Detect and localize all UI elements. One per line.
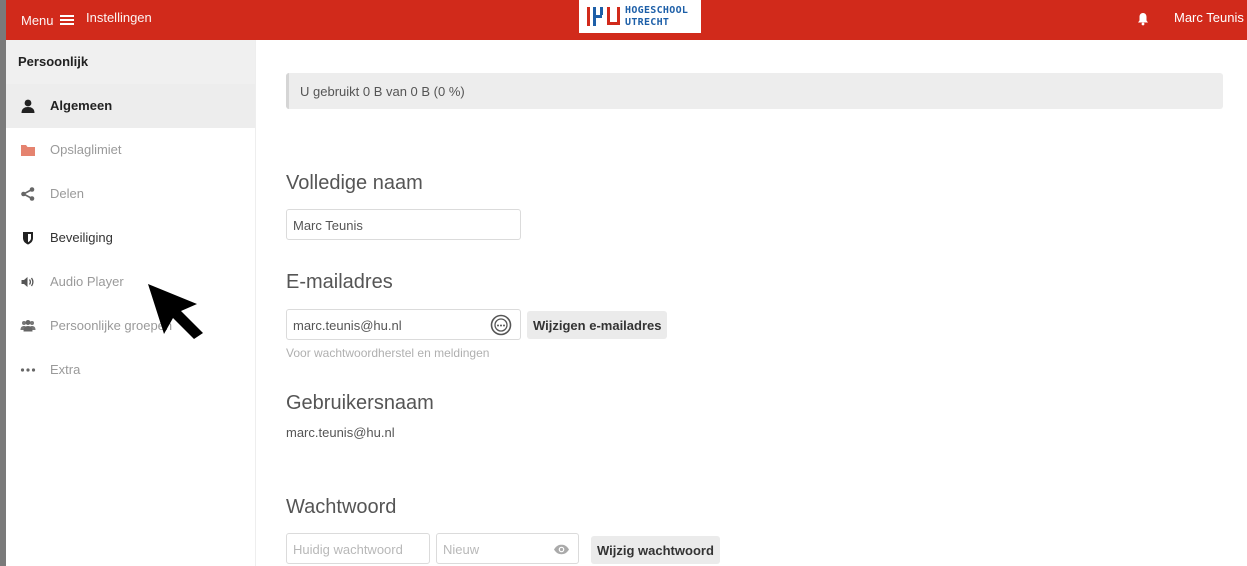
share-icon — [21, 187, 35, 201]
username-heading: Gebruikersnaam — [286, 392, 434, 414]
shield-icon — [23, 232, 33, 245]
sidebar-item-algemeen[interactable]: Algemeen — [6, 84, 255, 128]
menu-label: Menu — [21, 12, 54, 28]
sidebar-item-delen[interactable]: Delen — [6, 172, 255, 216]
sidebar-item-beveiliging[interactable]: Beveiliging — [6, 216, 255, 260]
email-hint: Voor wachtwoordherstel en meldingen — [286, 346, 490, 360]
new-password-placeholder: Nieuw — [443, 542, 480, 557]
email-value: marc.teunis@hu.nl — [293, 318, 402, 333]
storage-quota-text: U gebruikt 0 B van 0 B (0 %) — [300, 84, 465, 99]
sidebar-item-opslaglimiet[interactable]: Opslaglimiet — [6, 128, 255, 172]
current-password-field[interactable]: Huidig wachtwoord — [286, 533, 430, 564]
username-value: marc.teunis@hu.nl — [286, 425, 395, 440]
change-email-button[interactable]: Wijzigen e-mailadres — [527, 311, 668, 339]
hu-logo-mark-icon — [587, 4, 621, 29]
new-password-field[interactable]: Nieuw — [436, 533, 579, 564]
email-heading: E-mailadres — [286, 271, 393, 293]
eye-icon[interactable] — [553, 544, 570, 555]
sidebar-item-label: Opslaglimiet — [50, 142, 122, 157]
top-bar: Menu Instellingen HOGESCHOOL UTRECHT Mar… — [6, 0, 1247, 40]
fullname-value: Marc Teunis — [293, 218, 363, 233]
page-title: Instellingen — [86, 10, 152, 25]
logo-line-1: HOGESCHOOL — [625, 4, 689, 16]
speaker-icon — [21, 277, 34, 287]
hamburger-icon — [59, 15, 74, 25]
current-password-placeholder: Huidig wachtwoord — [293, 542, 403, 557]
sidebar-item-label: Beveiliging — [50, 230, 113, 245]
sidebar-heading: Persoonlijk — [6, 40, 255, 84]
user-icon — [21, 99, 35, 113]
folder-icon — [21, 145, 35, 156]
fullname-heading: Volledige naam — [286, 172, 423, 194]
sidebar-item-label: Audio Player — [50, 274, 124, 289]
password-manager-icon[interactable] — [489, 314, 513, 336]
menu-button[interactable]: Menu — [21, 0, 74, 40]
sidebar-item-label: Delen — [50, 186, 84, 201]
sidebar-item-extra[interactable]: Extra — [6, 348, 255, 392]
sidebar-item-persoonlijke-groepen[interactable]: Persoonlijke groepen — [6, 304, 255, 348]
user-menu[interactable]: Marc Teunis — [1174, 0, 1244, 40]
email-field[interactable]: marc.teunis@hu.nl — [286, 309, 521, 340]
more-icon — [20, 368, 36, 372]
password-heading: Wachtwoord — [286, 496, 397, 518]
fullname-field[interactable]: Marc Teunis — [286, 209, 521, 240]
sidebar-heading-label: Persoonlijk — [18, 54, 89, 69]
sidebar-item-label: Extra — [50, 362, 81, 377]
hu-logo[interactable]: HOGESCHOOL UTRECHT — [579, 0, 701, 33]
users-icon — [20, 320, 36, 332]
sidebar-item-label: Algemeen — [50, 98, 113, 113]
mouse-cursor-icon — [148, 284, 203, 339]
logo-line-2: UTRECHT — [625, 16, 670, 28]
settings-sidebar: Persoonlijk Algemeen Opslaglimiet Delen … — [6, 40, 256, 566]
bell-icon[interactable] — [1137, 12, 1149, 26]
change-password-button[interactable]: Wijzig wachtwoord — [591, 536, 720, 564]
storage-quota-bar: U gebruikt 0 B van 0 B (0 %) — [286, 73, 1223, 109]
sidebar-item-audio-player[interactable]: Audio Player — [6, 260, 255, 304]
settings-content: U gebruikt 0 B van 0 B (0 %) Volledige n… — [256, 40, 1247, 566]
